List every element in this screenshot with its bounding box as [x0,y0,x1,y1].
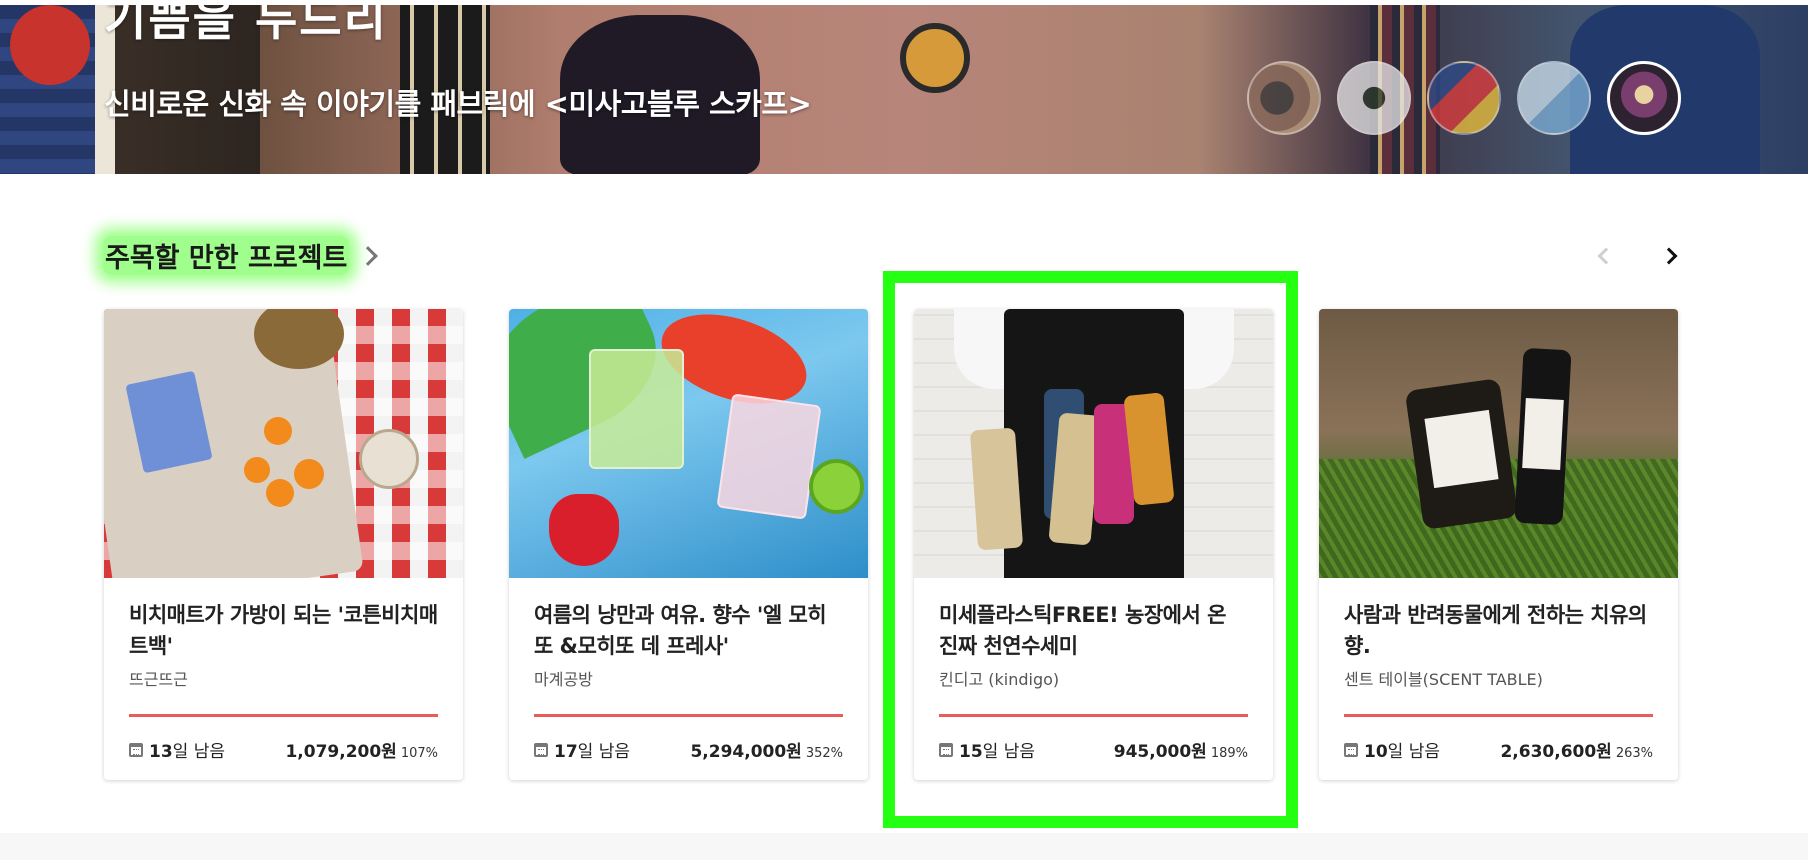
chevron-right-icon [1660,247,1678,265]
funding-progress-bar [129,714,438,717]
funding-progress-bar [534,714,843,717]
days-suffix: 일 남음 [577,742,630,762]
page-footer-strip [0,833,1808,860]
days-suffix: 일 남음 [172,742,225,762]
days-remaining: 10일 남음 [1344,737,1440,762]
project-title: 여름의 낭만과 여유. 향수 '엘 모히또 &모히또 데 프레사' [534,603,827,658]
project-card[interactable]: 비치매트가 가방이 되는 '코튼비치매트백' 뜨근뜨근 13일 남음 1,079… [104,309,463,780]
project-card[interactable]: 여름의 낭만과 여유. 향수 '엘 모히또 &모히또 데 프레사' 마계공방 1… [509,309,868,780]
project-image [104,309,463,578]
carousel-prev-button[interactable] [1588,241,1618,271]
project-maker: 마계공방 [534,670,593,689]
days-remaining: 17일 남음 [534,737,630,762]
section-title: 주목할 만한 프로젝트 [103,236,350,275]
project-image [509,309,868,578]
chevron-right-icon [358,245,379,266]
days-count: 13 [149,742,173,762]
calendar-icon [534,742,548,757]
days-remaining: 13일 남음 [129,737,225,762]
hero-sun [900,23,970,93]
funding-percent: 352% [805,746,843,761]
days-suffix: 일 남음 [1387,742,1440,762]
hero-title: 기쁨을 두드리 [104,5,388,46]
funding-amount: 5,294,000원 [690,742,802,762]
calendar-icon [129,742,143,757]
hero-thumb-4[interactable] [1517,61,1591,135]
project-title: 사람과 반려동물에게 전하는 치유의 향. [1344,603,1647,658]
funding-amount: 1,079,200원 [285,742,397,762]
hero-thumb-3[interactable] [1427,61,1501,135]
highlight-box [883,271,1298,828]
funding-status: 2,630,600원 263% [1500,737,1653,762]
funding-status: 1,079,200원 107% [285,737,438,762]
funding-status: 5,294,000원 352% [690,737,843,762]
funding-percent: 107% [400,746,438,761]
funding-percent: 263% [1615,746,1653,761]
section-header[interactable]: 주목할 만한 프로젝트 [103,236,379,275]
hero-subtitle: 신비로운 신화 속 이야기를 패브릭에 <미사고블루 스카프> [104,87,812,121]
calendar-icon [1344,742,1358,757]
carousel-next-button[interactable] [1657,241,1687,271]
project-maker: 센트 테이블(SCENT TABLE) [1344,670,1543,689]
days-count: 17 [554,742,578,762]
project-card[interactable]: 사람과 반려동물에게 전하는 치유의 향. 센트 테이블(SCENT TABLE… [1319,309,1678,780]
days-count: 10 [1364,742,1388,762]
hero-thumb-1[interactable] [1247,61,1321,135]
hero-thumbnails [1247,61,1681,135]
hero-thumb-2[interactable] [1337,61,1411,135]
project-maker: 뜨근뜨근 [129,670,188,689]
project-image [1319,309,1678,578]
project-title: 비치매트가 가방이 되는 '코튼비치매트백' [129,603,438,658]
hero-thumb-5[interactable] [1607,61,1681,135]
chevron-left-icon [1597,247,1615,265]
hero-flower [10,5,90,85]
funding-progress-bar [1344,714,1653,717]
funding-amount: 2,630,600원 [1500,742,1612,762]
hero-banner[interactable]: 기쁨을 두드리 신비로운 신화 속 이야기를 패브릭에 <미사고블루 스카프> [0,5,1808,174]
